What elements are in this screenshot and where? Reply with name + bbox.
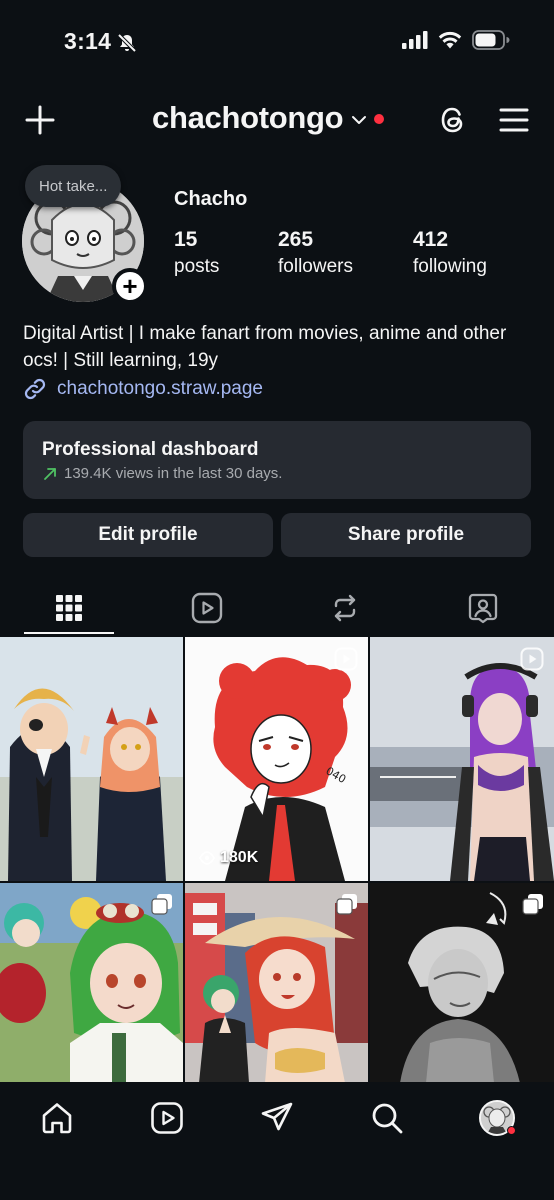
nav-search[interactable] <box>367 1098 407 1138</box>
stat-followers-count: 265 <box>278 228 314 251</box>
post-thumbnail[interactable]: 040 180K <box>185 637 368 881</box>
dashboard-subtitle: 139.4K views in the last 30 days. <box>64 465 283 482</box>
add-story-button[interactable]: + <box>112 268 148 304</box>
stat-followers-label: followers <box>278 256 353 277</box>
stat-followers[interactable]: 265 followers <box>278 228 353 278</box>
bottom-navigation <box>0 1082 554 1200</box>
tab-tagged[interactable] <box>414 580 552 636</box>
profile-tabs <box>0 580 554 636</box>
carousel-icon <box>151 893 173 920</box>
share-profile-button[interactable]: Share profile <box>281 513 531 557</box>
bio-link[interactable]: chachotongo.straw.page <box>23 377 263 401</box>
tagged-icon <box>468 593 498 624</box>
tab-reposts[interactable] <box>276 580 414 636</box>
trend-up-icon <box>44 467 56 480</box>
profile-header: chachotongo <box>0 96 554 144</box>
post-thumbnail[interactable] <box>0 883 183 1083</box>
note-bubble[interactable]: Hot take... <box>25 165 122 207</box>
dashboard-subtitle-row: 139.4K views in the last 30 days. <box>42 465 512 482</box>
stat-following[interactable]: 412 following <box>413 228 487 278</box>
create-plus-icon[interactable] <box>22 102 58 138</box>
link-icon <box>24 378 46 400</box>
nav-reels[interactable] <box>147 1098 187 1138</box>
notification-dot <box>374 114 385 124</box>
carousel-icon <box>336 893 358 920</box>
nav-home[interactable] <box>37 1098 77 1138</box>
direct-icon <box>261 1102 293 1131</box>
post-view-count-value: 180K <box>220 849 259 866</box>
reels-icon <box>191 592 223 624</box>
post-thumbnail[interactable] <box>0 637 183 881</box>
search-icon <box>372 1103 403 1134</box>
reel-icon <box>334 647 358 676</box>
professional-dashboard[interactable]: Professional dashboard 139.4K views in t… <box>23 421 531 499</box>
threads-icon[interactable] <box>434 102 470 138</box>
display-name: Chacho <box>174 188 248 210</box>
post-thumbnail[interactable] <box>185 883 368 1083</box>
home-icon <box>42 1103 72 1134</box>
tab-posts-grid[interactable] <box>0 580 138 636</box>
username: chachotongo <box>152 100 344 135</box>
account-switcher[interactable]: chachotongo <box>152 100 385 136</box>
post-thumbnail[interactable] <box>370 883 554 1083</box>
carousel-icon <box>522 893 544 920</box>
nav-profile-notification-dot <box>507 1126 516 1135</box>
stat-following-count: 412 <box>413 228 449 251</box>
stat-posts-label: posts <box>174 256 220 277</box>
reposts-icon <box>334 594 356 622</box>
play-icon <box>199 851 215 865</box>
bio-link-text: chachotongo.straw.page <box>57 378 263 399</box>
post-thumbnail[interactable] <box>370 637 554 881</box>
menu-icon[interactable] <box>496 102 532 138</box>
reels-icon <box>151 1102 183 1134</box>
post-view-count: 180K <box>199 849 258 867</box>
active-tab-indicator <box>24 632 114 634</box>
dashboard-title: Professional dashboard <box>42 439 259 460</box>
cellular-signal-icon <box>402 31 428 49</box>
battery-icon <box>472 30 510 50</box>
bell-muted-icon <box>117 33 137 53</box>
stat-following-label: following <box>413 256 487 277</box>
stat-posts[interactable]: 15 posts <box>174 228 219 278</box>
nav-direct[interactable] <box>257 1098 297 1138</box>
status-time: 3:14 <box>64 28 112 54</box>
status-bar: 3:14 <box>0 0 554 86</box>
edit-profile-button[interactable]: Edit profile <box>23 513 273 557</box>
chevron-down-icon <box>352 116 367 124</box>
stat-posts-count: 15 <box>174 228 198 251</box>
wifi-icon <box>438 31 462 49</box>
tab-reels[interactable] <box>138 580 276 636</box>
nav-profile[interactable] <box>477 1098 517 1138</box>
reel-icon <box>520 647 544 676</box>
bio-text: Digital Artist | I make fanart from movi… <box>23 323 507 371</box>
grid-icon <box>56 595 82 621</box>
